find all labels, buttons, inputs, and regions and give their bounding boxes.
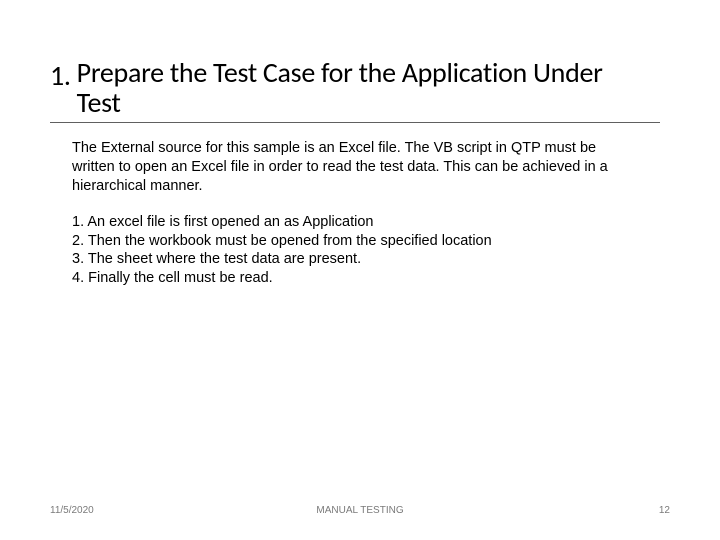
body-paragraph: The External source for this sample is a… [72,139,640,195]
steps-list: 1. An excel file is first opened an as A… [72,213,640,287]
list-item: 1. An excel file is first opened an as A… [72,213,640,232]
title-number: 1. [50,58,71,93]
slide-footer: 11/5/2020 MANUAL TESTING 12 [50,505,670,516]
list-item: 2. Then the workbook must be opened from… [72,232,640,251]
page-number: 12 [659,505,670,516]
slide: 1. Prepare the Test Case for the Applica… [0,0,720,540]
slide-body: The External source for this sample is a… [50,123,650,287]
footer-date: 11/5/2020 [50,505,94,516]
list-item: 3. The sheet where the test data are pre… [72,250,640,269]
footer-title: MANUAL TESTING [50,505,670,516]
slide-title: 1. Prepare the Test Case for the Applica… [50,58,670,118]
title-text: Prepare the Test Case for the Applicatio… [77,58,637,118]
list-item: 4. Finally the cell must be read. [72,269,640,288]
